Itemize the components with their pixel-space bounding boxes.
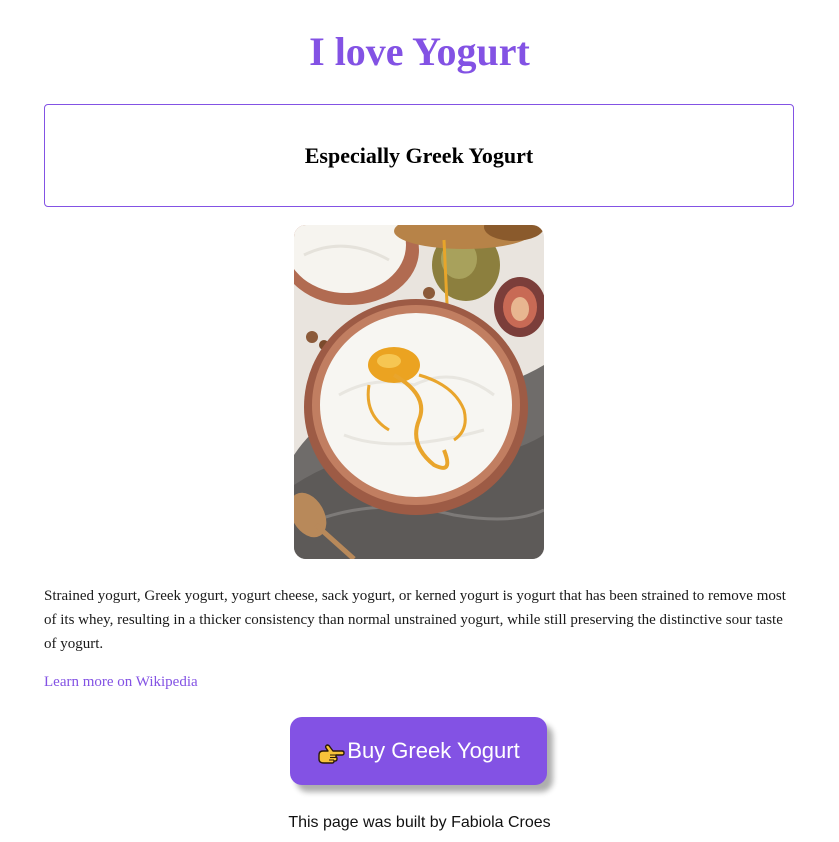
footer-text: This page was built by Fabiola Croes xyxy=(288,814,551,831)
yogurt-bowl-photo xyxy=(294,225,544,559)
page-title: I love Yogurt xyxy=(309,29,530,74)
subtitle-box: Especially Greek Yogurt xyxy=(44,104,794,207)
hero-image xyxy=(294,225,544,559)
subtitle-heading: Especially Greek Yogurt xyxy=(304,143,534,168)
pointing-hand-icon xyxy=(317,743,345,765)
buy-greek-yogurt-button[interactable]: Buy Greek Yogurt xyxy=(290,717,547,785)
wikipedia-link[interactable]: Learn more on Wikipedia xyxy=(44,672,198,692)
description-text: Strained yogurt, Greek yogurt, yogurt ch… xyxy=(44,588,786,652)
buy-button-label: Buy Greek Yogurt xyxy=(347,738,520,763)
